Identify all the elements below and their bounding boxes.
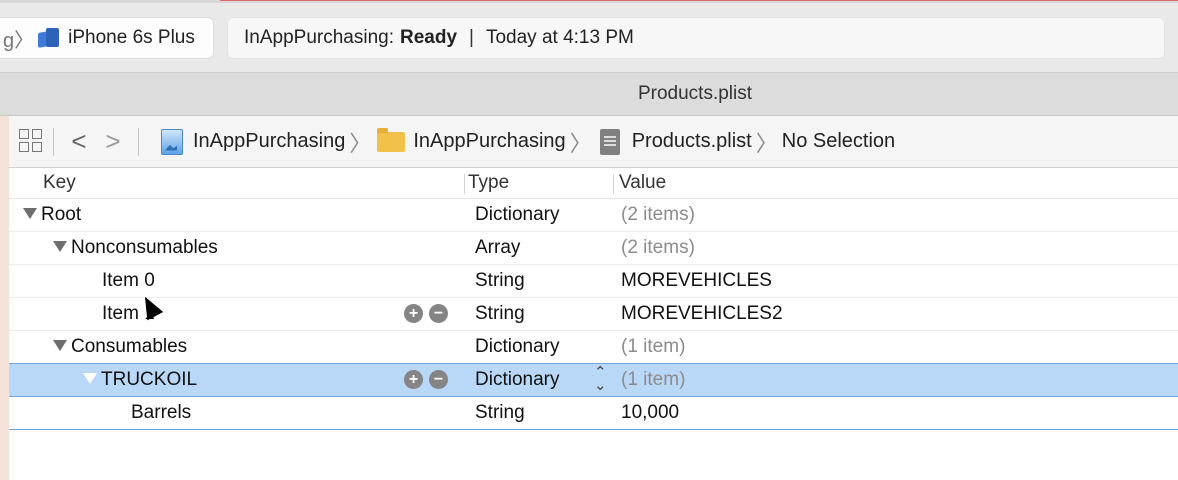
- row-type[interactable]: Dictionary: [475, 336, 559, 358]
- activity-time: Today at 4:13 PM: [485, 27, 634, 48]
- row-key[interactable]: TRUCKOIL: [101, 369, 197, 390]
- row-type[interactable]: Dictionary: [475, 204, 559, 226]
- disclosure-triangle-icon[interactable]: [23, 208, 37, 219]
- row-key: Item 0: [102, 270, 155, 291]
- breadcrumb-selection[interactable]: No Selection: [782, 130, 895, 153]
- row-value[interactable]: MOREVEHICLES2: [621, 303, 783, 325]
- device-label: iPhone 6s Plus: [68, 27, 195, 48]
- row-key: Root: [41, 204, 82, 225]
- forward-arrow-icon[interactable]: >: [96, 126, 130, 157]
- activity-viewer: InAppPurchasing: Ready | Today at 4:13 P…: [227, 17, 1165, 59]
- activity-status: Ready: [400, 27, 458, 48]
- row-add-remove-controls: + −: [404, 304, 448, 323]
- disclosure-triangle-icon[interactable]: [53, 241, 67, 252]
- row-value[interactable]: 10,000: [621, 402, 679, 424]
- breadcrumb-file[interactable]: Products.plist: [632, 130, 752, 153]
- editor-title-label: Products.plist: [637, 83, 753, 104]
- breadcrumb-chevron-icon: 〉: [755, 130, 778, 156]
- row-key: Nonconsumables: [71, 237, 218, 258]
- row-type[interactable]: String: [475, 303, 525, 325]
- activity-separator: |: [469, 27, 474, 48]
- plist-editor: Key Type Value Root Dictionary (2 items)…: [9, 168, 1178, 480]
- row-value: (1 item): [621, 369, 686, 390]
- row-type[interactable]: Dictionary: [475, 369, 559, 391]
- plist-row-item-1[interactable]: Item 1 + − String MOREVEHICLES2: [9, 298, 1178, 331]
- scheme-chevron: g〉: [3, 29, 35, 52]
- row-key: Barrels: [131, 402, 192, 423]
- column-divider[interactable]: [464, 174, 465, 194]
- breadcrumb-chevron-icon: 〉: [349, 130, 372, 156]
- type-stepper-icon[interactable]: ⌃ ⌄: [594, 365, 607, 393]
- plist-row-truckoil[interactable]: TRUCKOIL + − Dictionary ⌃ ⌄ (1 item): [9, 363, 1178, 397]
- disclosure-triangle-icon[interactable]: [83, 373, 97, 384]
- breadcrumb-group[interactable]: InAppPurchasing: [413, 130, 565, 153]
- row-value: (2 items): [621, 237, 695, 258]
- related-items-grid-icon[interactable]: [19, 128, 45, 155]
- row-type[interactable]: String: [475, 270, 525, 292]
- row-value: (2 items): [621, 204, 695, 225]
- plist-row-consumables[interactable]: Consumables Dictionary (1 item): [9, 331, 1178, 364]
- row-type[interactable]: String: [475, 402, 525, 424]
- xcode-project-icon: [161, 128, 183, 155]
- row-type[interactable]: Array: [475, 237, 520, 259]
- disclosure-triangle-icon[interactable]: [53, 340, 67, 351]
- column-value[interactable]: Value: [619, 172, 666, 194]
- remove-row-icon[interactable]: −: [429, 304, 448, 323]
- plist-row-nonconsumables[interactable]: Nonconsumables Array (2 items): [9, 232, 1178, 265]
- row-value: (1 item): [621, 336, 686, 357]
- add-row-icon[interactable]: +: [404, 304, 423, 323]
- breadcrumb-chevron-icon: 〉: [569, 130, 592, 156]
- jumpbar-divider: [138, 127, 139, 156]
- plist-row-root[interactable]: Root Dictionary (2 items): [9, 199, 1178, 232]
- column-divider[interactable]: [613, 174, 614, 194]
- window-toolbar: g〉 iPhone 6s Plus InAppPurchasing: Ready…: [0, 0, 1178, 73]
- add-row-icon[interactable]: +: [404, 370, 423, 389]
- folder-icon: [377, 127, 406, 152]
- plist-file-icon: [599, 128, 620, 155]
- row-key: Consumables: [71, 336, 188, 357]
- back-arrow-icon[interactable]: <: [62, 126, 96, 157]
- plist-column-header: Key Type Value: [9, 168, 1178, 199]
- toolbar-top-edge: [0, 0, 1178, 3]
- row-add-remove-controls: + −: [404, 370, 448, 389]
- row-value[interactable]: MOREVEHICLES: [621, 270, 772, 292]
- column-type[interactable]: Type: [468, 172, 509, 194]
- jumpbar-divider: [53, 127, 54, 156]
- column-key[interactable]: Key: [43, 172, 76, 194]
- editor-tab-title[interactable]: Products.plist: [0, 73, 1178, 116]
- remove-row-icon[interactable]: −: [429, 370, 448, 389]
- activity-app-name: InAppPurchasing:: [244, 27, 394, 48]
- plist-row-item-0[interactable]: Item 0 String MOREVEHICLES: [9, 265, 1178, 298]
- plist-row-barrels[interactable]: Barrels String 10,000: [9, 397, 1178, 430]
- breadcrumb-project[interactable]: InAppPurchasing: [193, 130, 345, 153]
- device-scheme-selector[interactable]: g〉 iPhone 6s Plus: [0, 17, 214, 59]
- jump-bar: < > InAppPurchasing 〉 InAppPurchasing 〉 …: [9, 116, 1178, 168]
- iphone-device-icon: [38, 28, 60, 48]
